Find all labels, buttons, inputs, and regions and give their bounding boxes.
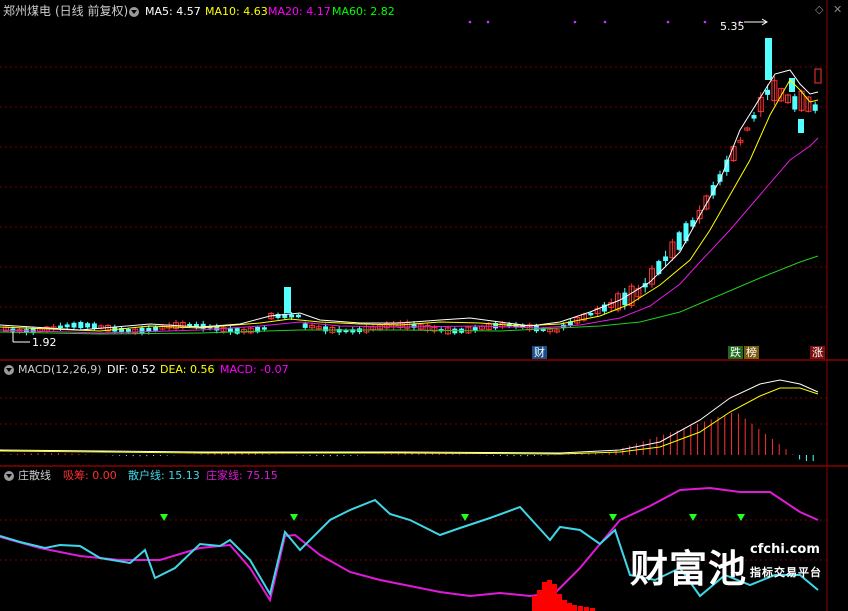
candle-down xyxy=(284,287,291,313)
candle-down xyxy=(78,322,84,328)
candle-down xyxy=(472,327,478,331)
high-price-label: 5.35 xyxy=(720,20,745,33)
candle-down xyxy=(792,96,798,110)
macd-value: MACD: -0.07 xyxy=(220,363,289,376)
macd-dif: DIF: 0.52 xyxy=(107,363,156,376)
candle-down xyxy=(323,326,329,332)
candle-down xyxy=(64,324,70,328)
news-tag-cai[interactable]: 财 xyxy=(532,346,547,359)
candle-down xyxy=(663,256,669,261)
low-price-label: 1.92 xyxy=(32,336,57,349)
candle-down xyxy=(676,232,682,250)
macd-chart xyxy=(0,379,819,461)
candle-down xyxy=(710,185,716,196)
stock-name: 郑州煤电 xyxy=(3,4,52,18)
macd-dea: DEA: 0.56 xyxy=(160,363,215,376)
dropdown-circle-icon[interactable] xyxy=(129,7,139,17)
macd-grid xyxy=(0,397,827,425)
candle-down xyxy=(336,328,342,333)
zhuang-title: 庄散线 xyxy=(18,469,51,482)
candle-down xyxy=(91,323,97,329)
dif-line xyxy=(0,379,819,454)
stock-chart[interactable] xyxy=(0,0,848,611)
candle-down xyxy=(289,314,295,318)
candle-down xyxy=(139,327,145,334)
candle-up xyxy=(814,68,822,84)
candle-down xyxy=(751,115,757,119)
watermark-url: cfchi.com xyxy=(750,542,820,557)
candle-down xyxy=(812,104,818,111)
watermark-logo: 财富池 cfchi.com 指标交易平台 xyxy=(630,538,840,592)
buy-signal-markers xyxy=(160,514,745,521)
top-indicator-dots xyxy=(468,20,742,24)
candle-down xyxy=(302,323,308,328)
xichou-bar xyxy=(532,596,537,611)
xichou-bar xyxy=(557,594,562,611)
macd-title: MACD(12,26,9) xyxy=(18,363,102,376)
candle-down xyxy=(153,326,159,331)
close-icon[interactable]: ✕ xyxy=(833,3,842,16)
ma10-line xyxy=(0,79,819,332)
macd-dropdown-icon[interactable] xyxy=(4,365,14,375)
chart-mode: (日线 前复权) xyxy=(55,4,129,18)
zhuang-dropdown-icon[interactable] xyxy=(4,471,14,481)
panel-borders xyxy=(0,0,848,611)
xichou-bar xyxy=(584,607,589,611)
ma20-value: MA20: 4.17 xyxy=(268,5,331,18)
candle-down xyxy=(765,38,772,80)
ma5-value: MA5: 4.57 xyxy=(145,5,201,18)
xichou-bar xyxy=(547,580,552,611)
low-price-arrow xyxy=(12,332,30,343)
xichou-value: 吸筹: 0.00 xyxy=(63,469,117,482)
sanhu-value: 散户线: 15.13 xyxy=(128,469,200,482)
xichou-bar xyxy=(542,582,547,611)
candle-down xyxy=(71,322,77,328)
xichou-bar xyxy=(572,605,577,611)
tag-bang[interactable]: 榜 xyxy=(744,346,759,359)
moving-average-lines xyxy=(0,69,819,335)
xichou-bar xyxy=(567,603,572,611)
watermark-slogan: 指标交易平台 xyxy=(750,566,822,579)
ma60-value: MA60: 2.82 xyxy=(332,5,395,18)
ma5-line xyxy=(0,69,819,331)
xichou-bar xyxy=(552,584,557,611)
candle-down xyxy=(234,328,240,334)
zhuangjia-value: 庄家线: 75.15 xyxy=(206,469,278,482)
candle-down xyxy=(261,327,267,330)
candle-down xyxy=(588,312,594,316)
candle-down xyxy=(765,89,771,95)
watermark-brand: 财富池 xyxy=(630,547,748,591)
high-price-arrow xyxy=(744,18,768,26)
ma20-line xyxy=(0,137,819,334)
xichou-bar xyxy=(562,600,567,611)
tag-die[interactable]: 跌 xyxy=(728,346,743,359)
xichou-bar xyxy=(578,606,583,611)
candle-down xyxy=(295,314,301,318)
candle-down xyxy=(724,159,730,172)
candle-down xyxy=(85,323,91,328)
tag-zhang[interactable]: 涨 xyxy=(810,346,825,359)
xichou-bar xyxy=(537,590,542,611)
candle-down xyxy=(57,325,63,329)
ma10-value: MA10: 4.63 xyxy=(205,5,268,18)
candle-down xyxy=(798,119,804,133)
candle-down xyxy=(622,292,628,306)
price-grid xyxy=(0,66,827,308)
diamond-icon[interactable]: ◇ xyxy=(815,3,823,16)
